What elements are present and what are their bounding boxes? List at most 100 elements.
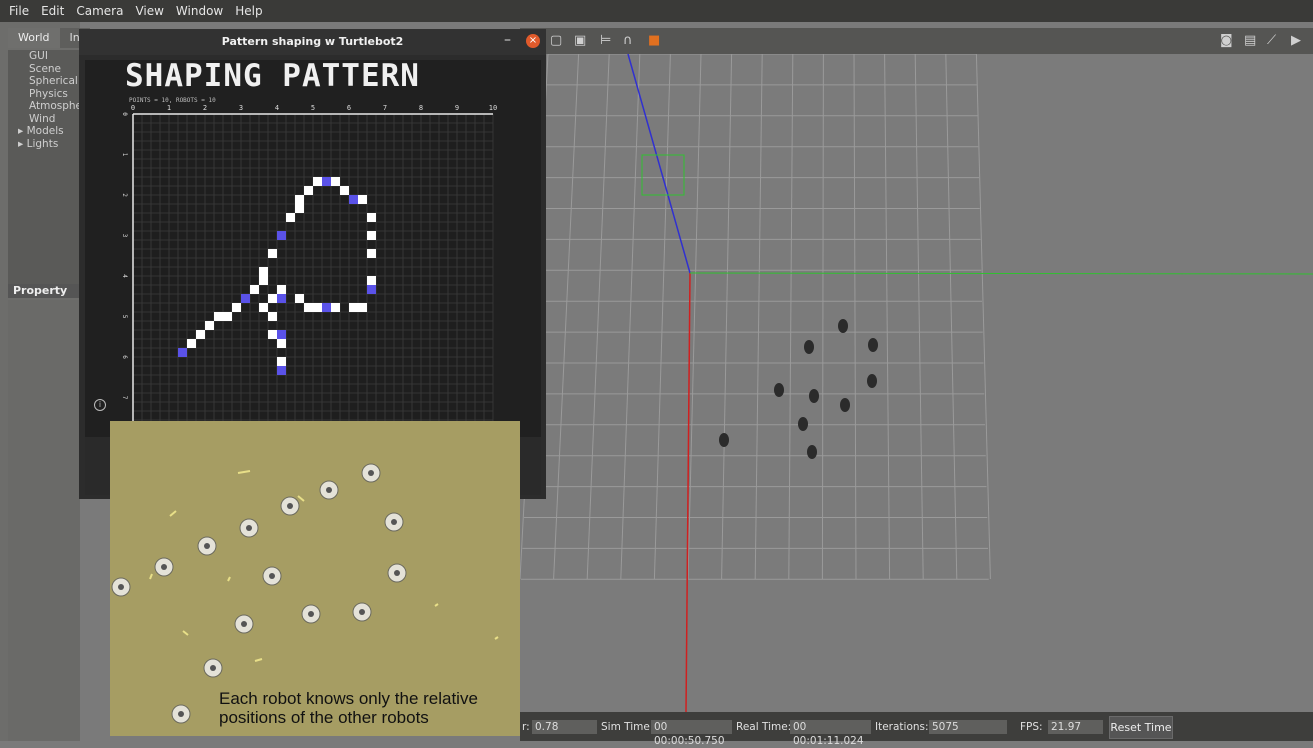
scene-grid-line	[914, 53, 924, 580]
sim-robot[interactable]	[807, 445, 817, 459]
rtf-value: 0.78	[532, 720, 597, 734]
photo-caption: Each robot knows only the relative posit…	[219, 689, 478, 727]
real-robot-sensor	[359, 609, 365, 615]
path-cell	[367, 213, 376, 222]
scene-grid-line	[553, 53, 580, 580]
path-cell	[250, 285, 259, 294]
property-header: Property	[8, 284, 85, 298]
path-cell	[367, 231, 376, 240]
path-cell	[358, 303, 367, 312]
scene-grid-line	[975, 53, 991, 580]
real-robot-sensor	[368, 470, 374, 476]
paste-icon[interactable]: ▣	[574, 34, 587, 47]
real-robot-sensor	[178, 711, 184, 717]
y-tick-label: 5	[121, 315, 128, 319]
copy-icon[interactable]: ▢	[550, 34, 563, 47]
sim-robot[interactable]	[809, 389, 819, 403]
x-tick-label: 2	[203, 104, 207, 112]
x-tick-label: 4	[275, 104, 279, 112]
tree-item-lights[interactable]: ▸ Lights	[8, 138, 80, 151]
path-cell	[214, 312, 223, 321]
x-tick-label: 9	[455, 104, 459, 112]
sim-robot[interactable]	[798, 417, 808, 431]
real-robot-sensor	[161, 564, 167, 570]
scene-grid-line	[821, 53, 824, 580]
fps-value: 21.97	[1048, 720, 1103, 734]
real-robot-sensor	[210, 665, 216, 671]
close-icon[interactable]: ×	[526, 34, 540, 48]
plot-icon[interactable]: ⟋	[1267, 34, 1280, 47]
y-tick-label: 0	[121, 112, 128, 116]
path-cell	[259, 276, 268, 285]
robot-point	[241, 294, 250, 303]
record-icon[interactable]: ■	[648, 34, 661, 47]
x-tick-label: 7	[383, 104, 387, 112]
menu-help[interactable]: Help	[235, 4, 262, 18]
real-robot-sensor	[394, 570, 400, 576]
sim-robot[interactable]	[867, 374, 877, 388]
path-cell	[313, 303, 322, 312]
robot-point	[277, 231, 286, 240]
tree-item-spherical[interactable]: Spherical C	[8, 75, 80, 88]
path-cell	[286, 213, 295, 222]
tree-item-wind[interactable]: Wind	[8, 113, 80, 126]
menu-view[interactable]: View	[135, 4, 163, 18]
scene-grid-line	[653, 53, 671, 580]
real-time-label: Real Time:	[736, 721, 792, 733]
sim-robot[interactable]	[804, 340, 814, 354]
menu-edit[interactable]: Edit	[41, 4, 64, 18]
path-cell	[277, 285, 286, 294]
dialog-titlebar[interactable]: Pattern shaping w Turtlebot2 – ×	[79, 29, 546, 55]
x-tick-label: 0	[131, 104, 135, 112]
real-robot-sensor	[391, 519, 397, 525]
tree-item-models-label: Models	[26, 125, 64, 137]
tree-item-gui[interactable]: GUI	[8, 50, 80, 63]
x-tick-label: 5	[311, 104, 315, 112]
tree-item-scene[interactable]: Scene	[8, 63, 80, 76]
scene-viewport[interactable]	[519, 28, 1313, 713]
minimize-icon[interactable]: –	[504, 32, 511, 48]
pattern-chart: SHAPING PATTERN POINTS = 10, ROBOTS = 10…	[121, 58, 497, 440]
chart-subtitle: POINTS = 10, ROBOTS = 10	[129, 97, 216, 104]
menu-file[interactable]: File	[9, 4, 29, 18]
robot-point	[277, 294, 286, 303]
menu-window[interactable]: Window	[176, 4, 223, 18]
x-tick-label: 1	[167, 104, 171, 112]
y-tick-label: 1	[121, 153, 128, 157]
path-cell	[331, 303, 340, 312]
scene-grid	[519, 53, 1313, 713]
path-cell	[367, 249, 376, 258]
real-robot-sensor	[308, 611, 314, 617]
scene-grid-line	[884, 53, 891, 580]
menu-camera[interactable]: Camera	[76, 4, 123, 18]
sim-robot[interactable]	[840, 398, 850, 412]
log-icon[interactable]: ▤	[1244, 34, 1257, 47]
path-cell	[295, 294, 304, 303]
real-robot-sensor	[241, 621, 247, 627]
magnet-icon[interactable]: ∩	[623, 34, 636, 47]
tree-item-physics[interactable]: Physics	[8, 88, 80, 101]
sim-robot[interactable]	[774, 383, 784, 397]
y-tick-label: 7	[121, 396, 128, 400]
path-cell	[349, 303, 358, 312]
y-tick-label: 2	[121, 193, 128, 197]
expand-arrow-icon: ▸	[18, 125, 27, 137]
left-panel: World In GUI Scene Spherical C Physics A…	[0, 22, 90, 741]
screenshot-icon[interactable]: ◙	[1220, 34, 1233, 47]
dialog-title: Pattern shaping w Turtlebot2	[221, 35, 404, 48]
info-icon[interactable]: i	[94, 399, 106, 411]
tree-item-atmosphere[interactable]: Atmosphe	[8, 100, 80, 113]
chart-title: SHAPING PATTERN	[125, 60, 420, 94]
video-icon[interactable]: ▶	[1291, 34, 1304, 47]
robot-point	[367, 285, 376, 294]
x-tick-label: 8	[419, 104, 423, 112]
align-icon[interactable]: ⊨	[600, 34, 613, 47]
x-tick-label: 10	[489, 104, 497, 112]
y-tick-label: 3	[121, 234, 128, 238]
reset-time-button[interactable]: Reset Time	[1109, 716, 1173, 739]
tab-world[interactable]: World	[8, 28, 60, 48]
sim-robot[interactable]	[868, 338, 878, 352]
tree-item-models[interactable]: ▸ Models	[8, 125, 80, 138]
sim-robot[interactable]	[838, 319, 848, 333]
sim-robot[interactable]	[719, 433, 729, 447]
